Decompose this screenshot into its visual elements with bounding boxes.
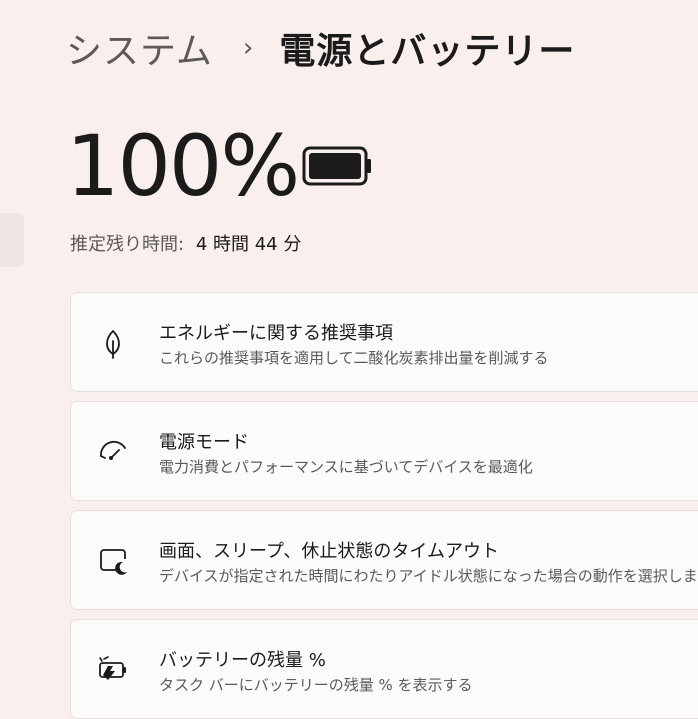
- page-title: 電源とバッテリー: [279, 31, 576, 72]
- power-mode-card[interactable]: 電源モード 電力消費とパフォーマンスに基づいてデバイスを最適化: [70, 401, 698, 501]
- screen-sleep-timeout-card[interactable]: 画面、スリープ、休止状態のタイムアウト デバイスが指定された時間にわたりアイドル…: [70, 510, 698, 610]
- card-subtitle: 電力消費とパフォーマンスに基づいてデバイスを最適化: [159, 458, 533, 476]
- card-subtitle: これらの推奨事項を適用して二酸化炭素排出量を削減する: [159, 349, 549, 367]
- energy-recommendations-card[interactable]: エネルギーに関する推奨事項 これらの推奨事項を適用して二酸化炭素排出量を削減する: [70, 292, 698, 392]
- estimate-value: 4 時間 44 分: [195, 234, 302, 255]
- breadcrumb-separator: ›: [242, 33, 254, 63]
- card-subtitle: タスク バーにバッテリーの残量 % を表示する: [159, 676, 473, 694]
- battery-estimate: 推定残り時間: 4 時間 44 分: [70, 230, 301, 256]
- breadcrumb: システム › 電源とバッテリー: [66, 22, 575, 74]
- card-title: 電源モード: [159, 432, 249, 453]
- battery-percentage-card[interactable]: バッテリーの残量 % タスク バーにバッテリーの残量 % を表示する: [70, 619, 698, 719]
- screen-sleep-icon: [100, 549, 127, 575]
- battery-percent: 100%: [66, 117, 300, 215]
- card-title: バッテリーの残量 %: [159, 650, 326, 671]
- card-title: エネルギーに関する推奨事項: [159, 323, 393, 344]
- sidebar-selection-indicator: [0, 213, 24, 267]
- card-subtitle: デバイスが指定された時間にわたりアイドル状態になった場合の動作を選択します: [159, 567, 698, 585]
- leaf-icon: [106, 330, 120, 359]
- battery-saver-icon: [99, 656, 126, 680]
- breadcrumb-system-link[interactable]: システム: [66, 22, 213, 74]
- battery-full-icon: [302, 146, 371, 186]
- estimate-label: 推定残り時間:: [70, 234, 185, 255]
- gauge-icon: [100, 441, 126, 460]
- card-title: 画面、スリープ、休止状態のタイムアウト: [159, 541, 500, 562]
